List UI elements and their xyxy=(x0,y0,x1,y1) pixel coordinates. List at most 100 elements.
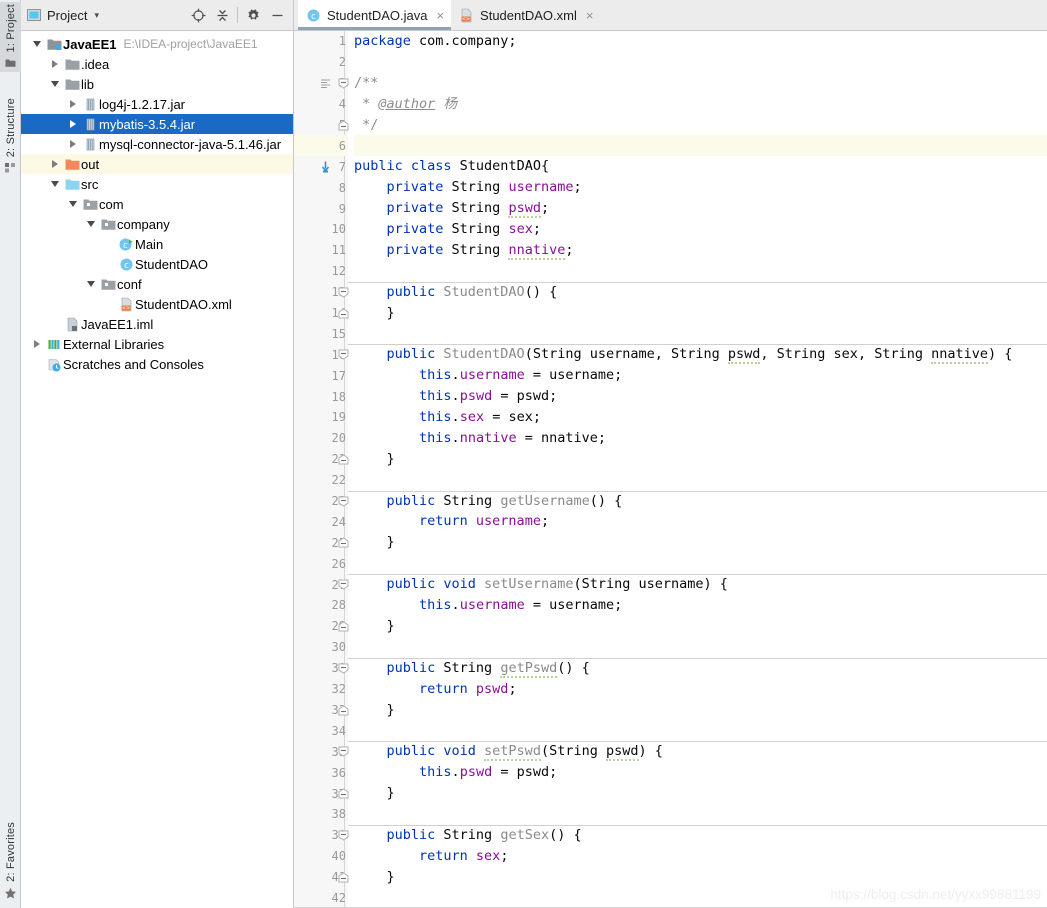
tree-node-company[interactable]: company xyxy=(21,214,293,234)
code-line[interactable] xyxy=(354,553,1047,574)
code-line[interactable]: * @author 杨 xyxy=(354,94,1047,115)
code-line[interactable]: public void setPswd(String pswd) { xyxy=(348,741,1047,762)
code-line[interactable]: private String username; xyxy=(354,177,1047,198)
code-line[interactable]: public void setUsername(String username)… xyxy=(348,574,1047,595)
chevron-down-icon[interactable] xyxy=(47,181,63,187)
tree-node-conf[interactable]: conf xyxy=(21,274,293,294)
code-line[interactable]: } xyxy=(354,616,1047,637)
code-line[interactable]: } xyxy=(354,700,1047,721)
gutter-line[interactable]: 28 xyxy=(294,595,348,616)
tree-node-external-libraries[interactable]: External Libraries xyxy=(21,334,293,354)
chevron-right-icon[interactable] xyxy=(47,160,63,168)
code-line[interactable]: } xyxy=(354,303,1047,324)
code-line[interactable]: } xyxy=(354,867,1047,888)
code-line[interactable]: } xyxy=(354,532,1047,553)
gutter-line[interactable]: 20 xyxy=(294,428,348,449)
gutter-line[interactable]: 16 xyxy=(294,344,349,365)
subclass-marker-icon[interactable] xyxy=(320,161,331,173)
editor-tab-studentdao-java[interactable]: c StudentDAO.java × xyxy=(298,0,452,30)
gutter-line[interactable]: 37 xyxy=(294,783,349,804)
code-line[interactable]: public String getUsername() { xyxy=(348,490,1047,512)
tree-node-scratches-and-consoles[interactable]: Scratches and Consoles xyxy=(21,354,293,374)
gutter-line[interactable]: 40 xyxy=(294,846,348,867)
gutter-line[interactable]: 11 xyxy=(294,240,348,261)
tree-node-lib[interactable]: lib xyxy=(21,74,293,94)
code-line[interactable]: public StudentDAO(String username, Strin… xyxy=(348,344,1047,365)
tree-node-log4j-1-2-17-jar[interactable]: log4j-1.2.17.jar xyxy=(21,94,293,114)
gutter-line[interactable]: 29 xyxy=(294,616,349,637)
gutter-line[interactable]: 38 xyxy=(294,804,348,825)
code-line[interactable]: this.pswd = pswd; xyxy=(354,762,1047,783)
javadoc-icon[interactable] xyxy=(320,78,331,89)
chevron-down-icon[interactable]: ▾ xyxy=(94,10,99,21)
gutter-line[interactable]: 18 xyxy=(294,386,348,407)
code-line[interactable]: } xyxy=(354,449,1047,470)
chevron-right-icon[interactable] xyxy=(65,120,81,128)
tree-node-idea[interactable]: .idea xyxy=(21,54,293,74)
editor-tab-bar[interactable]: c StudentDAO.java × <> StudentDAO.xml × xyxy=(294,0,1047,31)
editor-tab-studentdao-xml[interactable]: <> StudentDAO.xml × xyxy=(451,0,600,30)
code-line[interactable] xyxy=(354,261,1047,282)
gutter-line[interactable]: 13 xyxy=(294,282,349,303)
chevron-right-icon[interactable] xyxy=(29,340,45,348)
tool-window-tab-favorites[interactable]: 2: Favorites xyxy=(0,820,21,904)
tree-node-main[interactable]: c Main xyxy=(21,234,293,254)
tool-window-tab-structure[interactable]: 2: Structure xyxy=(0,96,21,177)
gutter-line[interactable]: 27 xyxy=(294,574,349,595)
tree-node-javaee1-iml[interactable]: JavaEE1.iml xyxy=(21,314,293,334)
gutter-line[interactable]: 35 xyxy=(294,741,349,762)
gear-icon[interactable] xyxy=(241,3,265,27)
code-line[interactable] xyxy=(354,637,1047,658)
tree-node-javaee1[interactable]: JavaEE1 E:\IDEA-project\JavaEE1 xyxy=(21,34,293,54)
chevron-right-icon[interactable] xyxy=(65,100,81,108)
gutter-line[interactable]: 25 xyxy=(294,532,349,553)
gutter-line[interactable]: 36 xyxy=(294,762,348,783)
code-line[interactable]: return sex; xyxy=(354,846,1047,867)
chevron-right-icon[interactable] xyxy=(47,60,63,68)
code-line[interactable]: this.sex = sex; xyxy=(354,407,1047,428)
gutter-line[interactable]: 31 xyxy=(294,658,349,679)
target-icon[interactable] xyxy=(186,3,210,27)
code-line[interactable]: */ xyxy=(354,115,1047,136)
gutter-line[interactable]: 23 xyxy=(294,491,349,512)
code-line[interactable]: private String pswd; xyxy=(354,198,1047,219)
gutter-line[interactable]: 10 xyxy=(294,219,348,240)
editor-gutter[interactable]: 1234567891011121314151617181920212223242… xyxy=(294,31,349,908)
project-tree[interactable]: JavaEE1 E:\IDEA-project\JavaEE1 .idea lib lo… xyxy=(21,31,293,908)
code-line[interactable]: this.username = username; xyxy=(354,595,1047,616)
code-line[interactable]: this.username = username; xyxy=(354,365,1047,386)
code-line[interactable]: /** xyxy=(354,73,1047,94)
gutter-line[interactable]: 22 xyxy=(294,470,348,491)
collapse-all-icon[interactable] xyxy=(210,3,234,27)
gutter-line[interactable]: 6 xyxy=(294,135,348,157)
code-line[interactable]: private String sex; xyxy=(354,219,1047,240)
chevron-down-icon[interactable] xyxy=(65,201,81,207)
gutter-line[interactable]: 30 xyxy=(294,637,348,658)
code-text[interactable]: package com.company; /** * @author 杨 */ … xyxy=(348,31,1047,908)
tree-node-mybatis-3-5-4-jar[interactable]: mybatis-3.5.4.jar xyxy=(21,114,293,134)
gutter-line[interactable]: 8 xyxy=(294,177,348,198)
code-line[interactable]: public StudentDAO() { xyxy=(348,281,1047,303)
code-line[interactable]: private String nnative; xyxy=(354,240,1047,261)
close-icon[interactable]: × xyxy=(436,9,444,22)
code-line[interactable]: return pswd; xyxy=(354,679,1047,700)
gutter-line[interactable]: 19 xyxy=(294,407,348,428)
gutter-line[interactable]: 4 xyxy=(294,94,348,115)
code-line[interactable]: public class StudentDAO{ xyxy=(354,156,1047,177)
gutter-line[interactable]: 39 xyxy=(294,825,349,846)
gutter-line[interactable]: 7 xyxy=(294,156,348,177)
gutter-line[interactable]: 14 xyxy=(294,303,349,324)
tree-node-com[interactable]: com xyxy=(21,194,293,214)
code-line[interactable] xyxy=(354,804,1047,825)
gutter-line[interactable]: 17 xyxy=(294,365,348,386)
gutter-line[interactable]: 21 xyxy=(294,449,349,470)
gutter-line[interactable]: 24 xyxy=(294,511,348,532)
gutter-line[interactable]: 1 xyxy=(294,31,348,52)
code-line[interactable]: } xyxy=(354,783,1047,804)
code-line[interactable] xyxy=(354,888,1047,908)
tool-window-tab-project[interactable]: 1: Project xyxy=(0,2,21,73)
code-line[interactable] xyxy=(354,720,1047,741)
chevron-down-icon[interactable] xyxy=(83,281,99,287)
code-line[interactable]: return username; xyxy=(354,511,1047,532)
gutter-line[interactable]: 26 xyxy=(294,553,348,574)
